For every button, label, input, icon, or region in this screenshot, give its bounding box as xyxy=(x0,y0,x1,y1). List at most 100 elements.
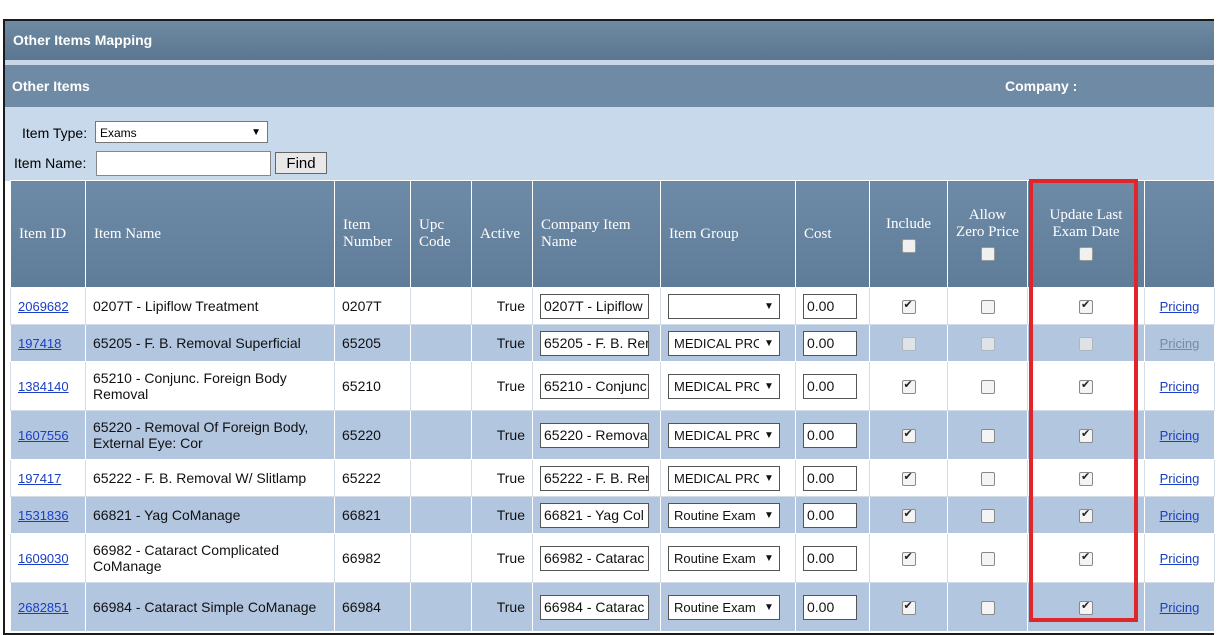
pricing-link[interactable]: Pricing xyxy=(1160,471,1200,486)
include-cell xyxy=(869,324,948,362)
allow-zero-checkbox[interactable] xyxy=(980,429,995,444)
item-number-cell: 66984 xyxy=(334,582,411,632)
allow-zero-all-checkbox[interactable] xyxy=(980,247,995,261)
item-name-cell: 65205 - F. B. Removal Superficial xyxy=(85,324,335,362)
item-id-link[interactable]: 1531836 xyxy=(18,508,69,523)
update-exam-checkbox[interactable] xyxy=(1079,427,1093,444)
company-item-name-input[interactable]: 65205 - F. B. Rem xyxy=(540,330,649,356)
item-id-link[interactable]: 2682851 xyxy=(18,600,69,615)
item-number-cell: 66982 xyxy=(334,533,411,583)
cost-input[interactable]: 0.00 xyxy=(803,422,857,448)
update-exam-cell xyxy=(1027,533,1145,583)
item-id-link[interactable]: 1609030 xyxy=(18,551,69,566)
allow-zero-cell xyxy=(947,459,1028,497)
update-exam-checkbox[interactable] xyxy=(1079,507,1093,524)
include-checkbox[interactable] xyxy=(901,337,916,352)
pricing-link[interactable]: Pricing xyxy=(1160,379,1200,394)
cost-input[interactable]: 0.00 xyxy=(803,293,857,319)
pricing-link[interactable]: Pricing xyxy=(1160,428,1200,443)
cost-input[interactable]: 0.00 xyxy=(803,373,857,399)
pricing-link[interactable]: Pricing xyxy=(1160,299,1200,314)
pricing-link[interactable]: Pricing xyxy=(1160,600,1200,615)
allow-zero-checkbox[interactable] xyxy=(980,380,995,395)
update-exam-cell xyxy=(1027,496,1145,534)
company-item-name-input[interactable]: 65210 - Conjunc xyxy=(540,373,649,399)
allow-zero-checkbox[interactable] xyxy=(980,601,995,616)
item-group-select[interactable]: Routine Exam ▼ xyxy=(668,545,780,571)
include-checkbox[interactable] xyxy=(901,599,916,616)
update-exam-checkbox[interactable] xyxy=(1079,337,1093,352)
item-id-link[interactable]: 197418 xyxy=(18,336,61,351)
cost-input[interactable]: 0.00 xyxy=(803,545,857,571)
col-pricing xyxy=(1144,180,1215,288)
company-item-name-cell: 66821 - Yag Col xyxy=(532,496,661,534)
pricing-link[interactable]: Pricing xyxy=(1160,551,1200,566)
cost-input[interactable]: 0.00 xyxy=(803,594,857,620)
allow-zero-checkbox[interactable] xyxy=(980,337,995,352)
item-id-link[interactable]: 2069682 xyxy=(18,299,69,314)
item-group-select[interactable]: MEDICAL PRO ▼ xyxy=(668,465,780,491)
include-checkbox[interactable] xyxy=(901,378,916,395)
company-item-name-input[interactable]: 65222 - F. B. Rem xyxy=(540,465,649,491)
item-id-link[interactable]: 1384140 xyxy=(18,379,69,394)
company-item-name-input[interactable]: 66821 - Yag Col xyxy=(540,502,649,528)
active-cell: True xyxy=(471,324,533,362)
find-button[interactable]: Find xyxy=(275,152,327,174)
allow-zero-checkbox[interactable] xyxy=(980,509,995,524)
pricing-link[interactable]: Pricing xyxy=(1160,336,1200,351)
item-group-cell: MEDICAL PRO ▼ xyxy=(660,361,796,411)
item-group-select[interactable]: MEDICAL PRO ▼ xyxy=(668,422,780,448)
pricing-link[interactable]: Pricing xyxy=(1160,508,1200,523)
company-item-name-input[interactable]: 66982 - Catarac xyxy=(540,545,649,571)
include-checkbox[interactable] xyxy=(901,507,916,524)
col-company-item-name[interactable]: Company Item Name xyxy=(532,180,661,288)
update-exam-checkbox[interactable] xyxy=(1079,298,1093,315)
item-group-select[interactable]: ▼ xyxy=(668,293,780,319)
update-exam-all-checkbox[interactable] xyxy=(1079,247,1093,261)
update-exam-checkbox[interactable] xyxy=(1079,378,1093,395)
col-active[interactable]: Active xyxy=(471,180,533,288)
include-cell xyxy=(869,410,948,460)
item-group-cell: MEDICAL PRO ▼ xyxy=(660,459,796,497)
item-group-select[interactable]: MEDICAL PRO ▼ xyxy=(668,330,780,356)
item-id-link[interactable]: 1607556 xyxy=(18,428,69,443)
cost-cell: 0.00 xyxy=(795,324,870,362)
col-cost[interactable]: Cost xyxy=(795,180,870,288)
col-item-id[interactable]: Item ID xyxy=(10,180,86,288)
col-item-group[interactable]: Item Group xyxy=(660,180,796,288)
company-item-name-input[interactable]: 66984 - Catarac xyxy=(540,594,649,620)
item-group-value: MEDICAL PRO xyxy=(674,335,764,351)
allow-zero-cell xyxy=(947,324,1028,362)
cost-input[interactable]: 0.00 xyxy=(803,330,857,356)
include-checkbox[interactable] xyxy=(901,298,916,315)
item-group-select[interactable]: Routine Exam ▼ xyxy=(668,594,780,620)
item-type-select[interactable]: Exams ▼ xyxy=(95,121,268,143)
update-exam-cell xyxy=(1027,582,1145,632)
col-item-number[interactable]: Item Number xyxy=(334,180,411,288)
item-number-cell: 65210 xyxy=(334,361,411,411)
cost-input[interactable]: 0.00 xyxy=(803,465,857,491)
allow-zero-checkbox[interactable] xyxy=(980,472,995,487)
item-id-link[interactable]: 197417 xyxy=(18,471,61,486)
update-exam-checkbox[interactable] xyxy=(1079,550,1093,567)
update-exam-checkbox[interactable] xyxy=(1079,599,1093,616)
item-group-value: Routine Exam xyxy=(674,550,756,566)
cost-input[interactable]: 0.00 xyxy=(803,502,857,528)
include-checkbox[interactable] xyxy=(901,427,916,444)
item-name-cell: 66821 - Yag CoManage xyxy=(85,496,335,534)
item-group-select[interactable]: MEDICAL PRO ▼ xyxy=(668,373,780,399)
col-item-name[interactable]: Item Name xyxy=(85,180,335,288)
allow-zero-header-label: Allow Zero Price xyxy=(956,207,1019,240)
company-item-name-input[interactable]: 0207T - Lipiflow xyxy=(540,293,649,319)
include-all-checkbox[interactable] xyxy=(901,238,916,253)
item-name-input[interactable] xyxy=(96,151,271,176)
col-upc-code[interactable]: Upc Code xyxy=(410,180,472,288)
item-group-value: MEDICAL PRO xyxy=(674,427,764,443)
include-checkbox[interactable] xyxy=(901,470,916,487)
include-checkbox[interactable] xyxy=(901,550,916,567)
company-item-name-input[interactable]: 65220 - Remova xyxy=(540,422,649,448)
item-group-select[interactable]: Routine Exam ▼ xyxy=(668,502,780,528)
allow-zero-checkbox[interactable] xyxy=(980,300,995,315)
allow-zero-checkbox[interactable] xyxy=(980,552,995,567)
update-exam-checkbox[interactable] xyxy=(1079,470,1093,487)
